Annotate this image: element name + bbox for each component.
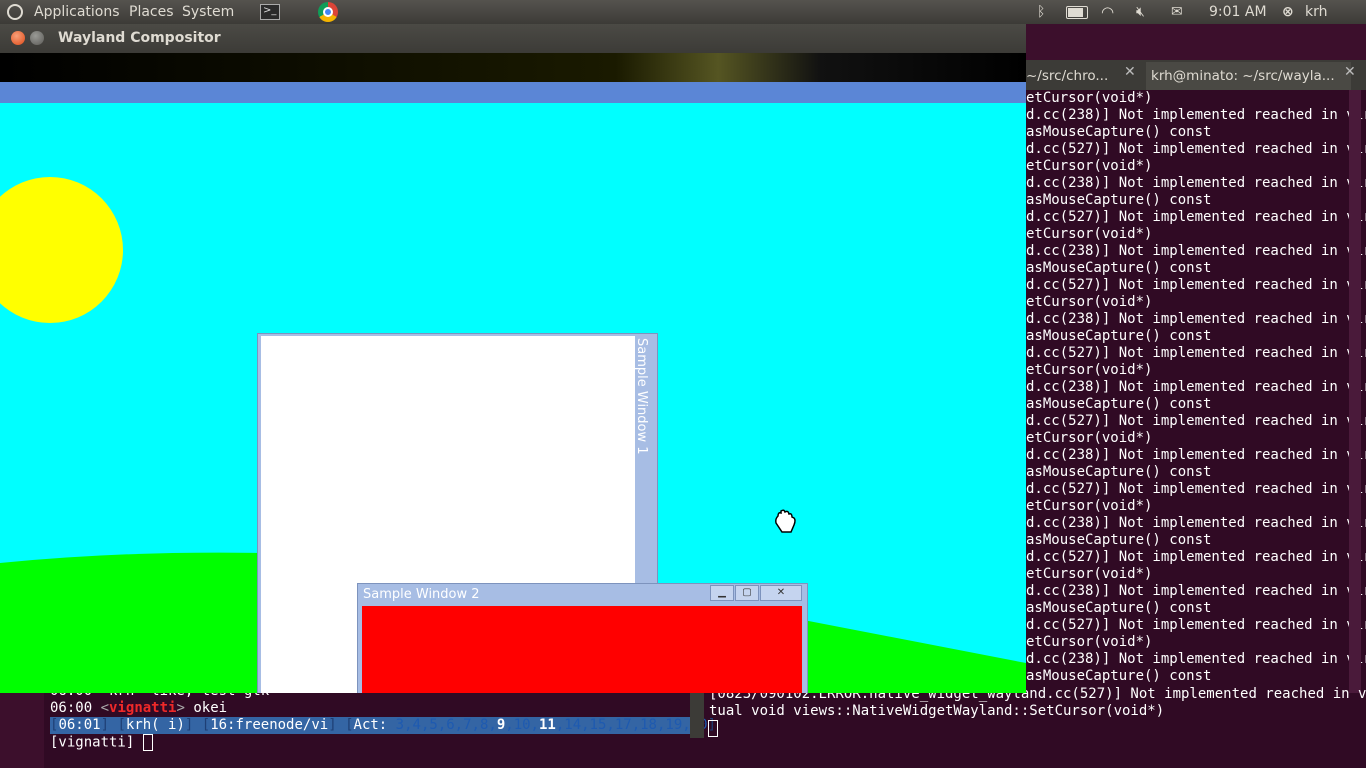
wifi-icon[interactable]: ◠ — [1101, 3, 1114, 21]
terminal-output-line: d.cc(527)] Not implemented reached in vi… — [1026, 481, 1366, 497]
minimize-icon[interactable] — [30, 31, 44, 45]
places-menu[interactable]: Places — [129, 3, 174, 21]
terminal-right-output: etCursor(void*) d.cc(238)] Not implemente… — [1026, 90, 1366, 685]
terminal-output-line: asMouseCapture() const — [1026, 600, 1212, 616]
terminal-output-line: d.cc(238)] Not implemented reached in vi… — [1026, 447, 1366, 463]
terminal-output-line: d.cc(238)] Not implemented reached in vi… — [1026, 311, 1366, 327]
mail-icon[interactable]: ✉ — [1171, 3, 1183, 21]
text-cursor — [142, 734, 153, 751]
terminal-output-line: d.cc(238)] Not implemented reached in vi… — [1026, 515, 1366, 531]
terminal-output-line: asMouseCapture() const — [1026, 464, 1212, 480]
volume-muted-icon[interactable]: 🔇︎ — [1136, 3, 1145, 21]
terminal-output-line: etCursor(void*) — [1026, 294, 1153, 310]
terminal-output-line: etCursor(void*) — [1026, 634, 1153, 650]
terminal-output-line: etCursor(void*) — [1026, 362, 1153, 378]
tab-2-close-icon[interactable]: ✕ — [1344, 64, 1356, 80]
terminal-output-line: d.cc(527)] Not implemented reached in vi… — [1026, 549, 1366, 565]
sample-window-2-content — [362, 606, 802, 693]
system-menu[interactable]: System — [182, 3, 234, 21]
irc-msg-time: 06:00 — [50, 700, 93, 716]
terminal-right-scrollbar[interactable] — [1349, 90, 1361, 710]
bluetooth-icon[interactable]: ᛒ — [1037, 3, 1045, 21]
user-switch-icon[interactable]: ⊗ — [1282, 3, 1294, 21]
terminal-bottom-line-2: tual void views::NativeWidgetWayland::Se… — [709, 703, 1165, 719]
close-button[interactable]: ✕ — [760, 585, 802, 601]
irc-msg-text: okei — [193, 700, 228, 716]
irc-scrollbar[interactable] — [690, 693, 704, 738]
terminal-output-line: asMouseCapture() const — [1026, 192, 1212, 208]
terminal-output-line: asMouseCapture() const — [1026, 532, 1212, 548]
irc-prompt[interactable]: [vignatti] — [50, 734, 153, 752]
terminal-output-line: d.cc(527)] Not implemented reached in vi… — [1026, 209, 1366, 225]
terminal-output-line: etCursor(void*) — [1026, 430, 1153, 446]
terminal-output-line: asMouseCapture() const — [1026, 328, 1212, 344]
close-icon[interactable] — [11, 31, 25, 45]
terminal-tab-2[interactable]: krh@minato: ~/src/wayla... — [1146, 62, 1351, 90]
irc-msg-nick: vignatti — [109, 700, 177, 716]
tab-1-close-icon[interactable]: ✕ — [1124, 64, 1136, 80]
terminal-tab-bar: ~/src/chro... ✕ krh@minato: ~/src/wayla.… — [1026, 60, 1366, 90]
hand-cursor-icon — [775, 509, 796, 533]
terminal-output-line: asMouseCapture() const — [1026, 260, 1212, 276]
irc-status-channel: 16:freenode/vi — [210, 717, 329, 733]
compositor-title: Wayland Compositor — [58, 30, 221, 46]
terminal-output-line: d.cc(527)] Not implemented reached in vi… — [1026, 345, 1366, 361]
irc-message-line: 06:00 <vignatti> okei — [50, 700, 228, 716]
compositor-scene[interactable]: Sample Window 1 Sample Window 2 ▁ ▢ ✕ — [0, 53, 1026, 693]
top-panel: Applications Places System >_ ᛒ ◠ 🔇︎ ✉ 9… — [0, 0, 1366, 24]
sample-window-1-titlebar[interactable]: Sample Window 1 — [634, 338, 659, 498]
irc-status-act-label: Act: — [353, 717, 388, 733]
terminal-output-line: d.cc(527)] Not implemented reached in vi… — [1026, 617, 1366, 633]
compositor-titlebar[interactable]: Wayland Compositor — [0, 24, 1026, 53]
sample-window-2[interactable]: Sample Window 2 ▁ ▢ ✕ — [357, 583, 808, 693]
irc-status-line: [06:01] [krh( i)] [16:freenode/vi] [Act:… — [50, 717, 716, 733]
terminal-output-line: etCursor(void*) — [1026, 498, 1153, 514]
irc-status-act-9: 9 — [496, 717, 506, 733]
terminal-output-line: asMouseCapture() const — [1026, 396, 1212, 412]
terminal-output-line: etCursor(void*) — [1026, 158, 1153, 174]
terminal-tab-1[interactable]: ~/src/chro... — [1026, 62, 1126, 90]
irc-status-act-pre: 3,4,5,6,7,8, — [395, 717, 497, 733]
terminal-tab-2-label: krh@minato: ~/src/wayla... — [1151, 68, 1335, 84]
irc-status-act-post: ,14,15,17,18,19,20 — [555, 717, 708, 733]
terminal-tab-1-label: ~/src/chro... — [1026, 68, 1109, 84]
chrome-launcher-icon[interactable] — [318, 2, 338, 22]
terminal-output-line: etCursor(void*) — [1026, 566, 1153, 582]
user-name[interactable]: krh — [1305, 3, 1328, 21]
irc-status-act-11: 11 — [538, 717, 556, 733]
minimize-button[interactable]: ▁ — [710, 585, 734, 601]
irc-status-nick: krh( i) — [125, 717, 185, 733]
irc-prompt-label: [vignatti] — [50, 734, 135, 751]
ubuntu-logo-icon[interactable] — [7, 4, 23, 20]
irc-status-act-10: ,10, — [505, 717, 539, 733]
terminal-output-line: d.cc(527)] Not implemented reached in vi… — [1026, 277, 1366, 293]
terminal-output-line: d.cc(238)] Not implemented reached in vi… — [1026, 243, 1366, 259]
terminal-output-line: asMouseCapture() const — [1026, 668, 1212, 684]
terminal-output-line: d.cc(527)] Not implemented reached in vi… — [1026, 141, 1366, 157]
terminal-output-line: d.cc(238)] Not implemented reached in vi… — [1026, 651, 1366, 667]
terminal-output-line: d.cc(238)] Not implemented reached in vi… — [1026, 379, 1366, 395]
terminal-output-line: d.cc(238)] Not implemented reached in vi… — [1026, 175, 1366, 191]
battery-icon[interactable] — [1066, 6, 1088, 19]
terminal-output-line: d.cc(527)] Not implemented reached in vi… — [1026, 413, 1366, 429]
maximize-button[interactable]: ▢ — [735, 585, 759, 601]
sample-window-2-title: Sample Window 2 — [363, 587, 480, 602]
terminal-output-line: d.cc(238)] Not implemented reached in vi… — [1026, 107, 1366, 123]
clock[interactable]: 9:01 AM — [1209, 3, 1267, 21]
terminal-output-line: etCursor(void*) — [1026, 90, 1153, 106]
terminal-launcher-icon[interactable]: >_ — [260, 4, 280, 20]
sun-shape — [0, 177, 123, 323]
terminal-output-line: etCursor(void*) — [1026, 226, 1153, 242]
terminal-output-line: asMouseCapture() const — [1026, 124, 1212, 140]
applications-menu[interactable]: Applications — [34, 3, 120, 21]
sample-window-1-title: Sample Window 1 — [634, 338, 649, 455]
wayland-compositor-window[interactable]: Wayland Compositor Sample Window 1 Sampl… — [0, 24, 1026, 693]
terminal-cursor — [708, 720, 718, 737]
terminal-output-line: d.cc(238)] Not implemented reached in vi… — [1026, 583, 1366, 599]
irc-status-time: 06:01 — [58, 717, 101, 733]
